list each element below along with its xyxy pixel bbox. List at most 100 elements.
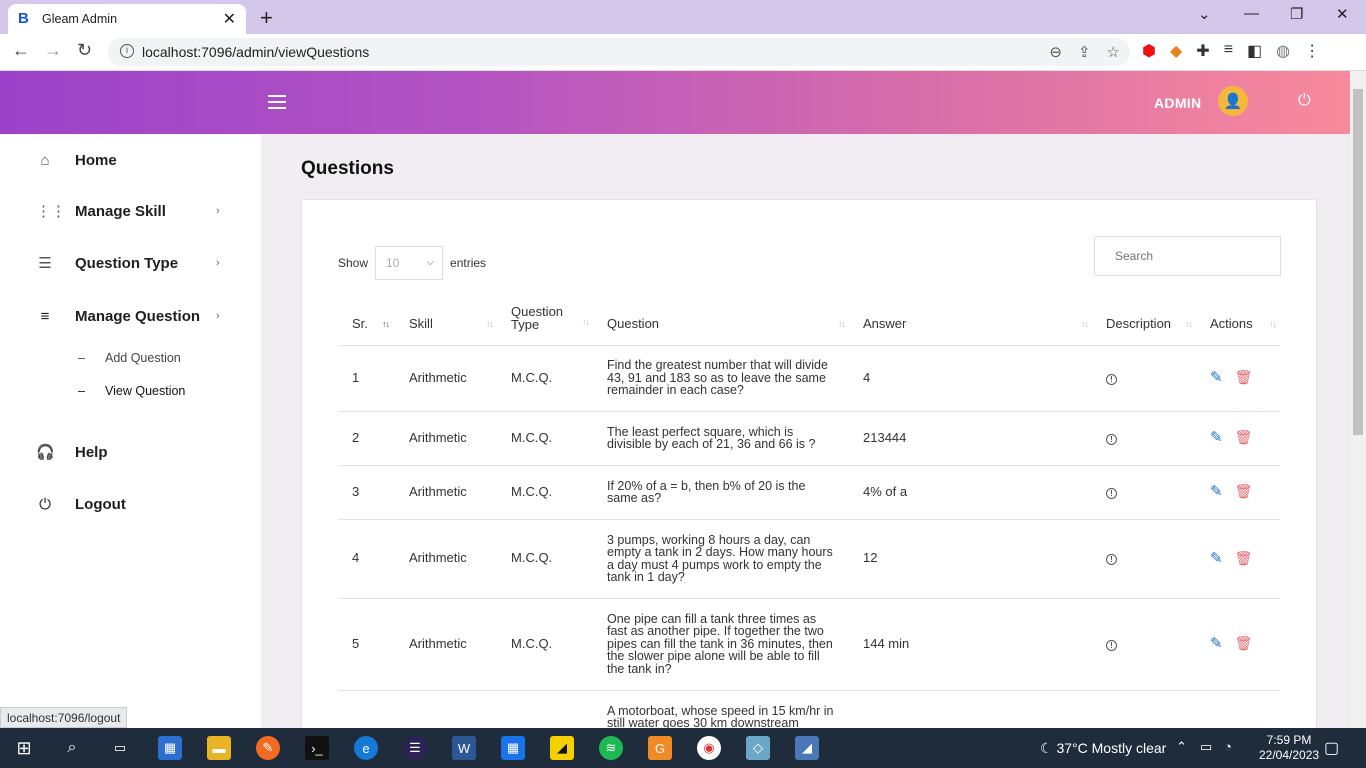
- terminal-icon[interactable]: ›_: [305, 736, 329, 760]
- cell-type: M.C.Q.: [497, 411, 593, 466]
- show-label: Show: [338, 256, 369, 270]
- clock-time: 7:59 PM: [1266, 733, 1312, 747]
- chrome-menu-icon[interactable]: ⋮: [1304, 41, 1320, 61]
- tab-title: Gleam Admin: [42, 12, 118, 26]
- sidebar-item-manage-skill[interactable]: ⋮⋮ Manage Skill ›: [0, 199, 261, 223]
- power-icon[interactable]: ⏻: [1298, 92, 1311, 110]
- sidebar: ⌂ Home ⋮⋮ Manage Skill › ☰ Question Type…: [0, 134, 261, 728]
- sidebar-item-question-type[interactable]: ☰ Question Type ›: [0, 251, 261, 275]
- word-icon[interactable]: W: [452, 736, 476, 760]
- info-icon[interactable]: !: [1106, 433, 1117, 445]
- sidebar-item-label: Logout: [75, 495, 126, 513]
- edit-icon[interactable]: ✎: [1210, 483, 1223, 500]
- header-label: Skill: [409, 315, 433, 331]
- notifications-icon[interactable]: ▢: [1324, 738, 1339, 758]
- scrollbar-thumb[interactable]: [1353, 89, 1363, 435]
- sidebar-item-logout[interactable]: ⏻ Logout: [0, 492, 261, 516]
- cell-sr: [338, 690, 395, 728]
- tab-close-icon[interactable]: ✕: [223, 9, 236, 29]
- windows-start-icon[interactable]: ⊞: [12, 736, 36, 760]
- column-header-skill[interactable]: Skill ↑↓: [395, 298, 497, 346]
- tab-search-icon[interactable]: ⌄: [1198, 5, 1211, 23]
- reload-icon[interactable]: ↻: [77, 40, 92, 61]
- sidebar-subitem-label: View Question: [105, 384, 186, 398]
- side-panel-icon[interactable]: ◧: [1247, 41, 1262, 61]
- weather-widget[interactable]: ☾ 37°C Mostly clear: [1040, 740, 1166, 757]
- extensions-puzzle-icon[interactable]: ✚: [1196, 41, 1209, 61]
- hamburger-menu-icon[interactable]: [268, 95, 286, 109]
- sidebar-item-label: Manage Skill: [75, 202, 166, 220]
- search-input[interactable]: [1094, 236, 1281, 276]
- column-header-question-type[interactable]: Question Type ↑↓: [497, 298, 593, 346]
- zoom-icon[interactable]: ⊖: [1049, 43, 1062, 61]
- eclipse-icon[interactable]: ☰: [403, 736, 427, 760]
- pdf-app-icon[interactable]: G: [648, 736, 672, 760]
- back-icon[interactable]: ←: [12, 40, 30, 61]
- cell-question: Find the greatest number that will divid…: [593, 345, 849, 412]
- sidebar-item-help[interactable]: 🎧 Help: [0, 440, 261, 464]
- address-bar[interactable]: i localhost:7096/admin/viewQuestions ⊖ ⇪…: [108, 38, 1130, 66]
- info-icon[interactable]: !: [1106, 554, 1117, 565]
- share-icon[interactable]: ⇪: [1078, 43, 1091, 61]
- cell-type: [497, 690, 593, 728]
- entries-select[interactable]: 10 ⌵: [375, 246, 444, 280]
- edit-icon[interactable]: ✎: [1210, 369, 1223, 386]
- edit-icon[interactable]: ✎: [1210, 635, 1223, 652]
- edit-icon[interactable]: ✎: [1210, 550, 1223, 567]
- column-header-actions[interactable]: Actions ↑↓: [1196, 298, 1280, 346]
- column-header-question[interactable]: Question ↑↓: [593, 298, 849, 346]
- brush-app-icon[interactable]: ✎: [256, 736, 280, 760]
- task-view-icon[interactable]: ▭: [108, 736, 132, 760]
- adblock-extension-icon[interactable]: ⬢: [1142, 41, 1156, 61]
- wifi-icon[interactable]: ◔: [1224, 739, 1232, 754]
- browser-tab[interactable]: B Gleam Admin ✕: [8, 4, 246, 34]
- avatar[interactable]: 👤: [1218, 86, 1248, 116]
- weather-text: Mostly clear: [1091, 740, 1167, 756]
- info-icon[interactable]: !: [1106, 487, 1117, 499]
- delete-icon[interactable]: 🗑: [1235, 635, 1253, 651]
- info-icon[interactable]: !: [1106, 373, 1117, 385]
- column-header-sr[interactable]: Sr. ↑↓: [338, 298, 395, 346]
- sidebar-item-manage-question[interactable]: ≡ Manage Question ›: [0, 304, 261, 328]
- tray-chevron-icon[interactable]: ⌃: [1176, 739, 1187, 755]
- info-icon[interactable]: !: [1106, 639, 1117, 651]
- site-info-icon[interactable]: i: [120, 44, 134, 58]
- battery-icon[interactable]: ▭: [1200, 739, 1212, 755]
- header-label: Question: [607, 315, 660, 331]
- sticky-notes-icon[interactable]: ◢: [550, 736, 574, 760]
- cell-description: !: [1092, 465, 1196, 520]
- restore-icon[interactable]: ❐: [1290, 5, 1303, 23]
- column-header-answer[interactable]: Answer ↑↓: [849, 298, 1092, 346]
- cell-type: M.C.Q.: [497, 598, 593, 691]
- delete-icon[interactable]: 🗑: [1235, 483, 1253, 499]
- calendar-icon[interactable]: ▦: [501, 736, 525, 760]
- new-tab-icon[interactable]: +: [260, 5, 273, 31]
- forward-icon[interactable]: →: [44, 40, 62, 61]
- cell-skill: Arithmetic: [395, 598, 497, 691]
- cell-type: M.C.Q.: [497, 465, 593, 520]
- minimize-icon[interactable]: —: [1244, 5, 1259, 22]
- reading-list-icon[interactable]: ≡: [1224, 41, 1233, 61]
- app-icon[interactable]: ◇: [746, 736, 770, 760]
- dash-bullet: –: [78, 351, 85, 365]
- edge-icon[interactable]: e: [354, 736, 378, 760]
- search-icon[interactable]: ⌕: [60, 736, 84, 760]
- system-clock[interactable]: 7:59 PM 22/04/2023: [1259, 733, 1319, 763]
- delete-icon[interactable]: 🗑: [1235, 369, 1253, 385]
- delete-icon[interactable]: 🗑: [1235, 550, 1253, 566]
- column-header-description[interactable]: Description ↑↓: [1092, 298, 1196, 346]
- window-close-icon[interactable]: ✕: [1336, 5, 1349, 23]
- metamask-extension-icon[interactable]: ◆: [1170, 41, 1182, 61]
- page-scrollbar[interactable]: [1350, 71, 1366, 728]
- spotify-icon[interactable]: ≋: [599, 736, 623, 760]
- profile-avatar-icon[interactable]: ◍: [1276, 41, 1290, 61]
- delete-icon[interactable]: 🗑: [1235, 429, 1253, 445]
- edit-icon[interactable]: ✎: [1210, 429, 1223, 446]
- sort-icon: ↑↓: [1185, 318, 1193, 329]
- dolphin-app-icon[interactable]: ◢: [795, 736, 819, 760]
- store-icon[interactable]: ▦: [158, 736, 182, 760]
- sidebar-item-home[interactable]: ⌂ Home: [0, 148, 261, 172]
- bookmark-star-icon[interactable]: ☆: [1107, 43, 1120, 61]
- file-explorer-icon[interactable]: ▬: [207, 736, 231, 760]
- chrome-icon[interactable]: ◉: [697, 736, 721, 760]
